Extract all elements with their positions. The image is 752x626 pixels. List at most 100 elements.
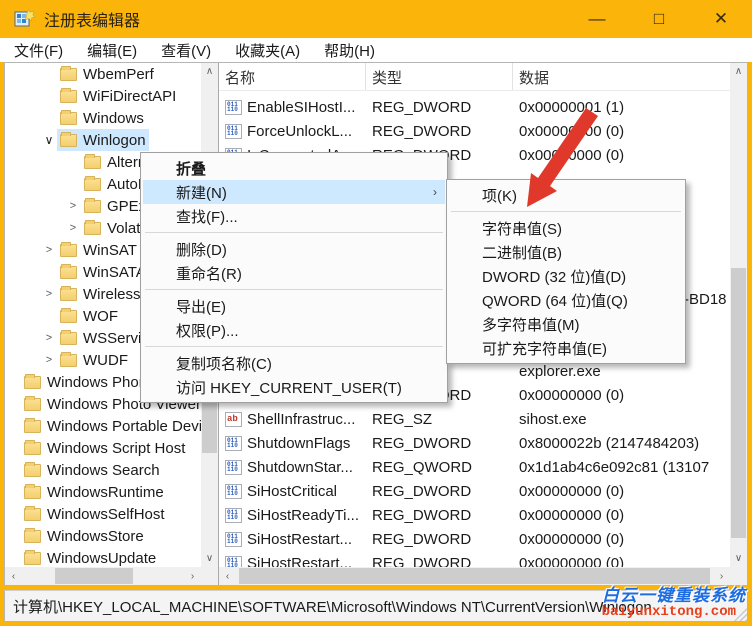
tree-item-wifidirectapi[interactable]: WiFiDirectAPI <box>5 85 201 107</box>
value-row[interactable]: 011 110 ShutdownStar... REG_QWORD 0x1d1ab4c6… <box>219 455 730 479</box>
minimize-button[interactable]: — <box>566 0 628 38</box>
tree-item-wbemperf[interactable]: WbemPerf <box>5 63 201 85</box>
chevron-right-icon[interactable]: > <box>41 354 57 366</box>
scroll-left-icon[interactable]: ‹ <box>219 568 236 585</box>
value-name: SiHostReadyTi... <box>247 506 359 524</box>
context-menu-item-2[interactable]: 查找(F)... <box>143 204 445 228</box>
tree-item-body[interactable]: Windows Search <box>21 459 163 481</box>
scroll-up-icon[interactable]: ∧ <box>730 63 747 80</box>
submenu-item-6[interactable]: 多字符串值(M) <box>449 312 683 336</box>
submenu-item-5[interactable]: QWORD (64 位)值(Q) <box>449 288 683 312</box>
context-menu-item-1[interactable]: 新建(N) › <box>143 180 445 204</box>
tree-item-body[interactable]: Windows Phone <box>21 371 158 393</box>
tree-horizontal-scrollbar[interactable]: ‹ › <box>5 567 201 585</box>
value-row[interactable]: 011 110 SiHostRestart... REG_DWORD 0x0000000… <box>219 551 730 567</box>
tree-hscroll-thumb[interactable] <box>55 568 133 584</box>
tree-item-body[interactable]: WindowsSelfHost <box>21 503 168 525</box>
tree-item-body[interactable]: WUDF <box>57 349 131 371</box>
tree-item-body[interactable]: WindowsRuntime <box>21 481 167 503</box>
submenu-item-7[interactable]: 可扩充字符串值(E) <box>449 336 683 360</box>
value-data: 0x00000000 (0) <box>519 530 625 548</box>
menubar-item-4[interactable]: 帮助(H) <box>312 38 387 62</box>
context-menu-item-0[interactable]: 折叠 <box>143 156 445 180</box>
tree-item-body[interactable]: WbemPerf <box>57 63 157 85</box>
menubar-item-1[interactable]: 编辑(E) <box>75 38 149 62</box>
value-row[interactable]: 011 110 ShutdownFlags REG_DWORD 0x8000022b (… <box>219 431 730 455</box>
scroll-left-icon[interactable]: ‹ <box>5 568 22 585</box>
new-submenu: 项(K) 字符串值(S) 二进制值(B) DWORD (32 位)值(D) QWORD … <box>446 179 686 364</box>
tree-item-windows-script-host[interactable]: Windows Script Host <box>5 437 201 459</box>
chevron-right-icon[interactable]: > <box>41 244 57 256</box>
value-row[interactable]: 011 110 EnableSIHostI... REG_DWORD 0x0000000… <box>219 95 730 119</box>
menubar-item-0[interactable]: 文件(F) <box>2 38 75 62</box>
value-row[interactable]: 011 110 SiHostReadyTi... REG_DWORD 0x0000000… <box>219 503 730 527</box>
tree-item-windows-search[interactable]: Windows Search <box>5 459 201 481</box>
value-row[interactable]: 011 110 ForceUnlockL... REG_DWORD 0x00000000… <box>219 119 730 143</box>
scroll-down-icon[interactable]: ∨ <box>730 550 747 567</box>
value-row[interactable]: 011 110 SiHostCritical REG_DWORD 0x00000000 … <box>219 479 730 503</box>
list-hscroll-thumb[interactable] <box>239 568 710 584</box>
scroll-down-icon[interactable]: ∨ <box>201 550 218 567</box>
list-vscroll-thumb[interactable] <box>731 268 746 538</box>
tree-item-body[interactable]: WiFiDirectAPI <box>57 85 179 107</box>
value-name-cell: 011 110 ForceUnlockL... <box>219 123 366 140</box>
tree-item-label: WSServic <box>83 329 149 347</box>
list-vertical-scrollbar[interactable]: ∧ ∨ <box>730 63 747 567</box>
scroll-right-icon[interactable]: › <box>184 568 201 585</box>
tree-item-body[interactable]: WinSAT <box>57 239 140 261</box>
tree-item-body[interactable]: WSServic <box>57 327 152 349</box>
tree-item-body[interactable]: WindowsStore <box>21 525 147 547</box>
tree-item-label: WUDF <box>83 351 128 369</box>
context-menu-item-11[interactable]: 访问 HKEY_CURRENT_USER(T) <box>143 375 445 399</box>
column-header-1[interactable]: 类型 <box>366 63 513 90</box>
context-menu-item-8[interactable]: 权限(P)... <box>143 318 445 342</box>
tree-item-body[interactable]: AutoL <box>81 173 149 195</box>
list-horizontal-scrollbar[interactable]: ‹ › <box>219 567 730 585</box>
tree-item-body[interactable]: WindowsUpdate <box>21 547 159 567</box>
submenu-item-0[interactable]: 项(K) <box>449 183 683 207</box>
resize-grip[interactable] <box>734 608 747 621</box>
context-menu-item-4[interactable]: 删除(D) <box>143 237 445 261</box>
tree-item-windowsstore[interactable]: WindowsStore <box>5 525 201 547</box>
menu-separator <box>451 211 681 212</box>
chevron-right-icon[interactable]: > <box>65 222 81 234</box>
tree-item-body[interactable]: Windows Portable Devi <box>21 415 201 437</box>
submenu-item-2[interactable]: 字符串值(S) <box>449 216 683 240</box>
tree-item-body[interactable]: Winlogon <box>57 129 149 151</box>
close-button[interactable]: ✕ <box>690 0 752 38</box>
tree-item-body[interactable]: WOF <box>57 305 121 327</box>
scroll-right-icon[interactable]: › <box>713 568 730 585</box>
tree-item-body[interactable]: Windows <box>57 107 147 129</box>
context-menu-item-10[interactable]: 复制项名称(C) <box>143 351 445 375</box>
chevron-right-icon[interactable]: > <box>65 200 81 212</box>
context-menu-item-5[interactable]: 重命名(R) <box>143 261 445 285</box>
column-header-0[interactable]: 名称 <box>219 63 366 90</box>
value-name-cell: 011 110 SiHostReadyTi... <box>219 507 366 524</box>
folder-icon <box>24 417 41 433</box>
value-row[interactable]: ab ShellInfrastruc... REG_SZ sihost.exe <box>219 407 730 431</box>
tree-item-windows-portable-devi[interactable]: Windows Portable Devi <box>5 415 201 437</box>
chevron-right-icon[interactable]: > <box>41 288 57 300</box>
chevron-right-icon[interactable]: > <box>41 332 57 344</box>
submenu-item-4[interactable]: DWORD (32 位)值(D) <box>449 264 683 288</box>
tree-item-windows[interactable]: Windows <box>5 107 201 129</box>
tree-item-winlogon[interactable]: ∨ Winlogon <box>5 129 201 151</box>
chevron-down-icon[interactable]: ∨ <box>41 133 57 147</box>
tree-item-label: WindowsStore <box>47 527 144 545</box>
menubar-item-3[interactable]: 收藏夹(A) <box>223 38 312 62</box>
tree-item-body[interactable]: Altern <box>81 151 149 173</box>
tree-item-body[interactable]: WinSATA <box>57 261 149 283</box>
context-menu-item-7[interactable]: 导出(E) <box>143 294 445 318</box>
menubar-item-2[interactable]: 查看(V) <box>149 38 223 62</box>
tree-item-windowsselfhost[interactable]: WindowsSelfHost <box>5 503 201 525</box>
tree-item-windowsruntime[interactable]: WindowsRuntime <box>5 481 201 503</box>
column-header-2[interactable]: 数据 <box>513 63 730 90</box>
tree-item-body[interactable]: Windows Script Host <box>21 437 188 459</box>
value-row[interactable]: 011 110 SiHostRestart... REG_DWORD 0x0000000… <box>219 527 730 551</box>
tree-item-windowsupdate[interactable]: WindowsUpdate <box>5 547 201 567</box>
folder-icon <box>24 483 41 499</box>
value-name-cell: 011 110 SiHostRestart... <box>219 531 366 548</box>
scroll-up-icon[interactable]: ∧ <box>201 63 218 80</box>
submenu-item-3[interactable]: 二进制值(B) <box>449 240 683 264</box>
maximize-button[interactable]: □ <box>628 0 690 38</box>
